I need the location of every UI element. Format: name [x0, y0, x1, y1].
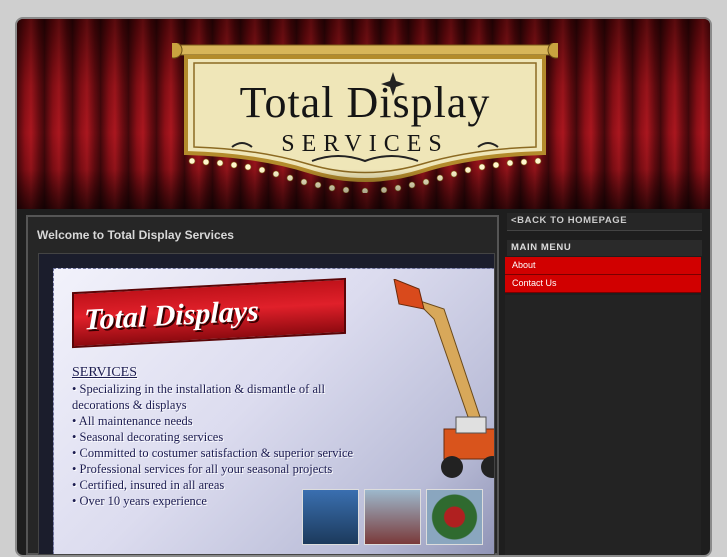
- services-list: SERVICES • Specializing in the installat…: [72, 365, 372, 509]
- service-item: • All maintenance needs: [72, 414, 193, 428]
- back-link-label: <BACK TO HOMEPAGE: [511, 215, 628, 226]
- logo-subtitle: SERVICES: [281, 131, 449, 157]
- menu-item-label: Contact Us: [512, 278, 557, 288]
- menu-item-label: About: [512, 260, 536, 270]
- header-banner: Total Display SERVICES: [17, 19, 710, 209]
- photo-tree: [302, 489, 359, 545]
- photo-wreath: [426, 489, 483, 545]
- menu-item-about[interactable]: About: [505, 257, 701, 275]
- service-item: • Specializing in the installation & dis…: [72, 382, 325, 412]
- boom-lift-image: [393, 279, 494, 478]
- main-menu-title-text: MAIN MENU: [511, 242, 572, 253]
- main-menu-title: MAIN MENU: [507, 240, 702, 256]
- page-title: Welcome to Total Display Services: [37, 228, 234, 242]
- poster-background: Total Displays SERVICES • Specializing i…: [53, 268, 494, 554]
- logo-sign[interactable]: Total Display SERVICES: [172, 43, 558, 193]
- services-heading: SERVICES: [72, 365, 138, 380]
- main-content-panel: Welcome to Total Display Services Total …: [26, 215, 499, 555]
- sidebar-background: [505, 295, 701, 555]
- service-item: • Professional services for all your sea…: [72, 462, 333, 476]
- project-photos: [302, 489, 494, 549]
- service-item: • Seasonal decorating services: [72, 430, 224, 444]
- back-to-homepage-link[interactable]: <BACK TO HOMEPAGE: [507, 213, 702, 231]
- poster-banner-text: Total Displays: [84, 294, 259, 337]
- poster-banner: Total Displays: [72, 277, 346, 349]
- menu-item-contact-us[interactable]: Contact Us: [505, 275, 701, 293]
- services-poster: Total Displays SERVICES • Specializing i…: [38, 253, 495, 555]
- page-frame: Total Display SERVICES Welcome to Total …: [15, 17, 712, 557]
- logo-title: Total Display: [239, 78, 491, 127]
- photo-installation: [364, 489, 421, 545]
- service-item: • Committed to costumer satisfaction & s…: [72, 446, 354, 460]
